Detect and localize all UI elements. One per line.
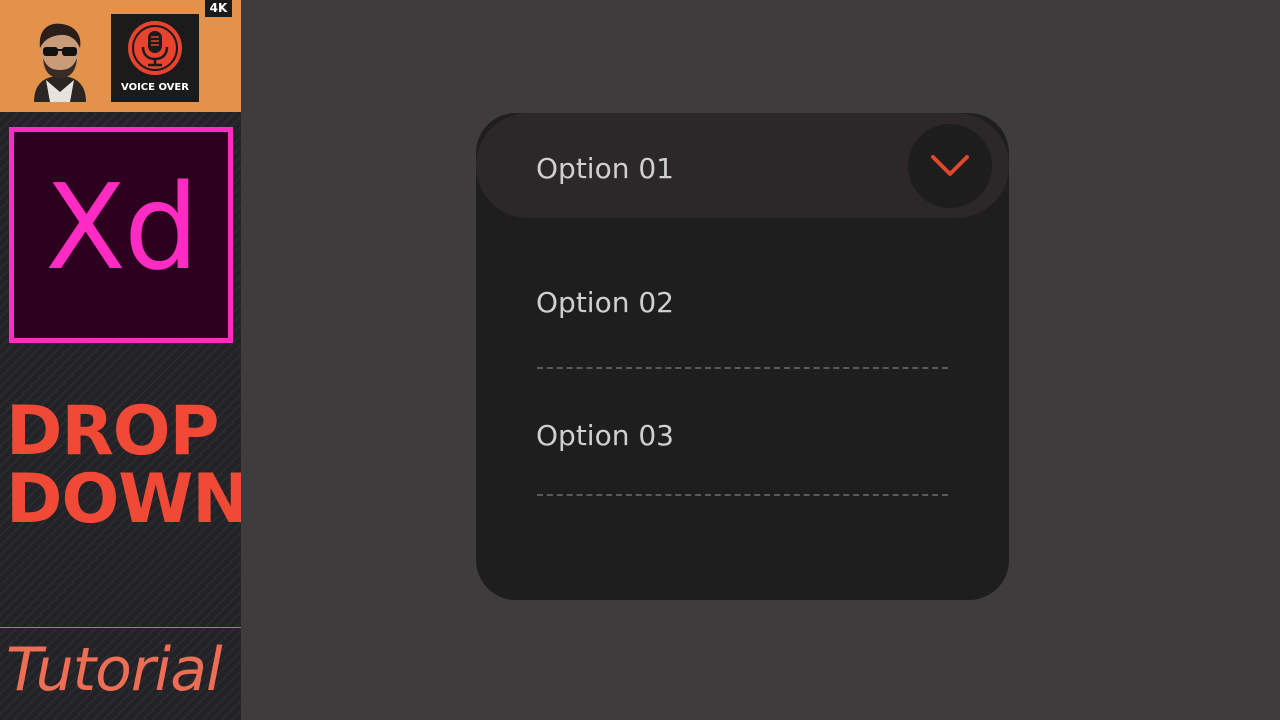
xd-logo-text: Xd bbox=[45, 158, 199, 296]
adobe-xd-logo: Xd bbox=[9, 127, 233, 343]
title-drop: DROP bbox=[6, 392, 219, 471]
chevron-down-icon bbox=[931, 155, 969, 176]
sidebar: 4K VOICE OVER Xd DROP DOWN Tutorial bbox=[0, 0, 241, 720]
sidebar-divider bbox=[0, 627, 241, 628]
selected-option-label: Option 01 bbox=[536, 152, 674, 185]
badge-4k: 4K bbox=[205, 0, 232, 17]
title-down: DOWN bbox=[6, 460, 241, 539]
dropdown-toggle-button[interactable] bbox=[908, 124, 992, 208]
dropdown-menu: Option 01 Option 02 Option 03 bbox=[476, 113, 1009, 600]
option-divider bbox=[537, 367, 948, 369]
microphone-icon bbox=[128, 21, 182, 75]
top-banner: 4K VOICE OVER bbox=[0, 0, 241, 112]
dropdown-selected[interactable]: Option 01 bbox=[476, 113, 1009, 218]
option-divider bbox=[537, 494, 948, 496]
voice-over-label: VOICE OVER bbox=[121, 82, 189, 93]
canvas: 4K VOICE OVER Xd DROP DOWN Tutorial Opti… bbox=[0, 0, 1280, 720]
tutorial-label: Tutorial bbox=[6, 635, 223, 705]
dropdown-option-02[interactable]: Option 02 bbox=[476, 283, 1009, 363]
dropdown-option-03[interactable]: Option 03 bbox=[476, 416, 1009, 496]
avatar bbox=[34, 23, 86, 102]
voice-over-tile: VOICE OVER bbox=[111, 14, 199, 102]
option-label: Option 02 bbox=[536, 286, 674, 319]
option-label: Option 03 bbox=[536, 419, 674, 452]
